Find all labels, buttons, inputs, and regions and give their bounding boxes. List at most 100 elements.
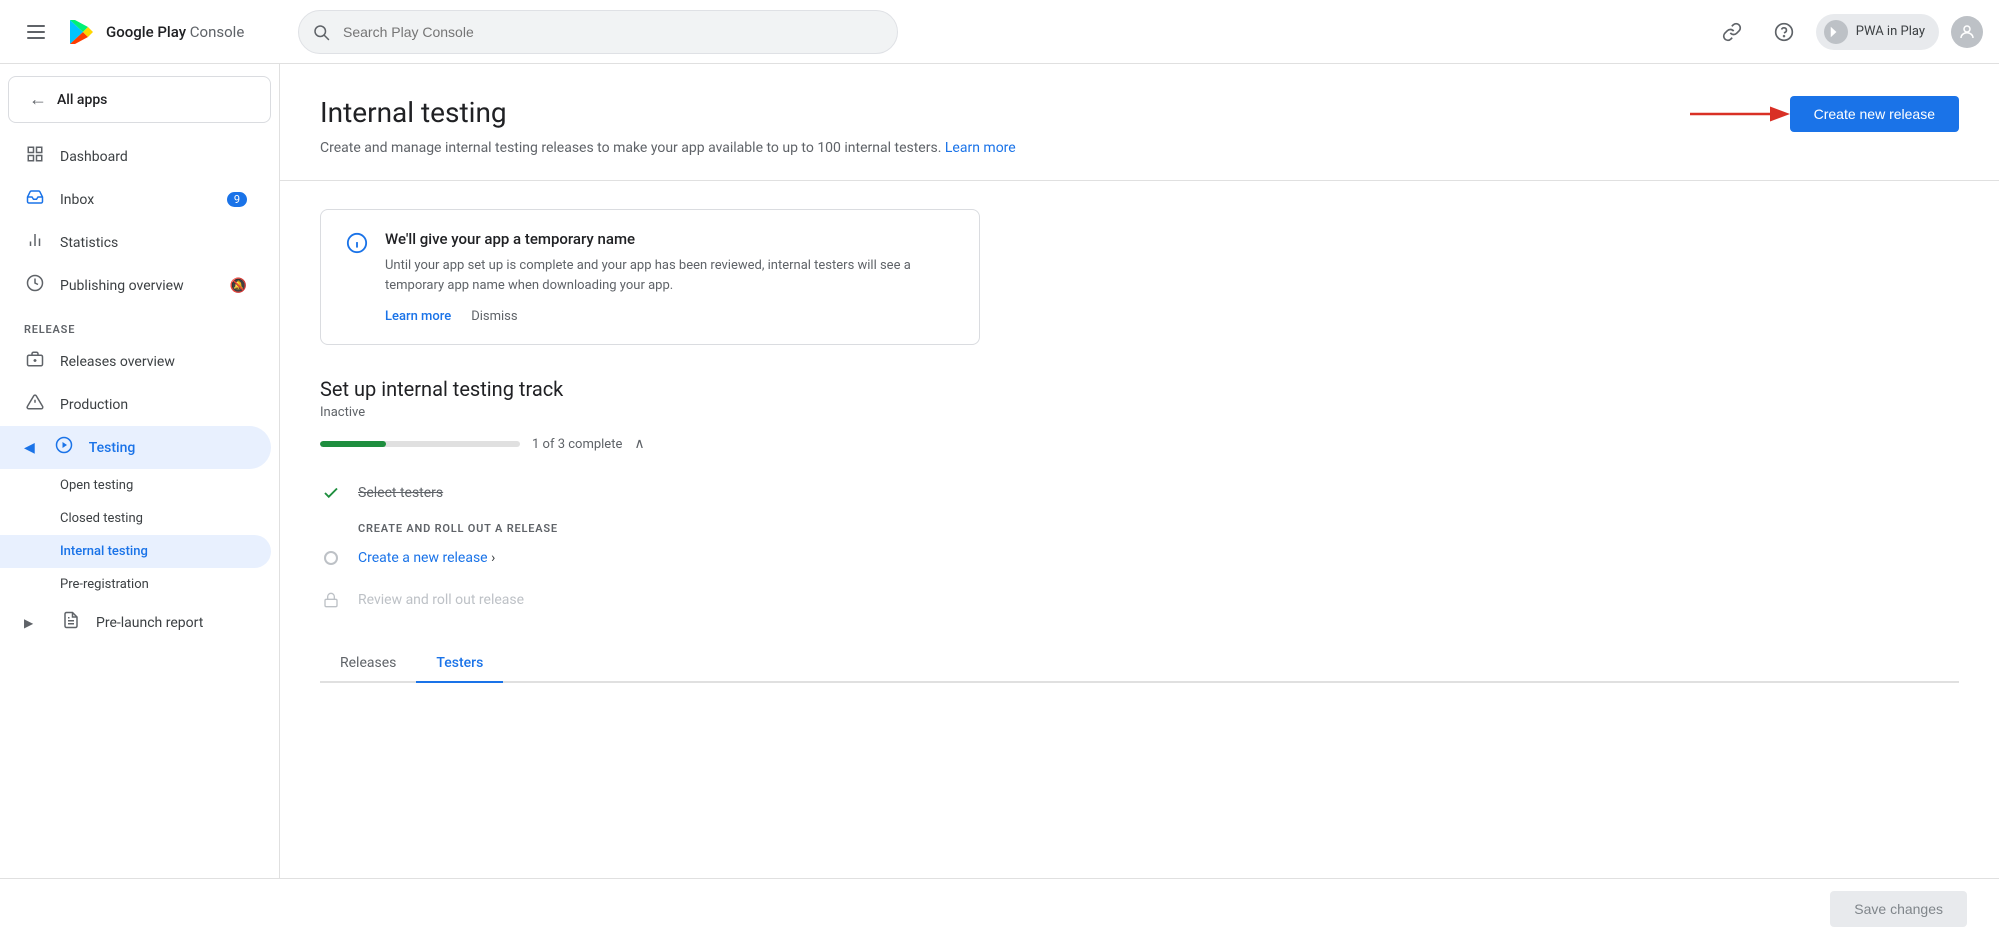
page-description: Create and manage internal testing relea…: [320, 140, 1959, 156]
info-card-content: We'll give your app a temporary name Unt…: [385, 230, 955, 324]
statistics-icon: [24, 231, 46, 254]
create-btn-wrapper: Create new release: [1790, 96, 1959, 132]
testing-label: Testing: [89, 440, 247, 456]
step-circle-icon: [320, 547, 342, 569]
sidebar-item-publishing-overview[interactable]: Publishing overview 🔕: [0, 264, 271, 307]
sidebar-item-inbox[interactable]: Inbox 9: [0, 178, 271, 221]
releases-overview-icon: [24, 350, 46, 373]
help-button[interactable]: [1764, 12, 1804, 52]
arrow-annotation: [1680, 96, 1800, 132]
create-new-release-button[interactable]: Create new release: [1790, 96, 1959, 132]
sidebar: ← All apps Dashboard Inbox 9: [0, 64, 280, 878]
progress-chevron-icon[interactable]: ∧: [634, 436, 644, 452]
releases-overview-label: Releases overview: [60, 354, 247, 370]
app-chip[interactable]: PWA in Play: [1816, 14, 1939, 50]
sidebar-item-testing[interactable]: ◀ Testing: [0, 426, 271, 469]
dashboard-icon: [24, 145, 46, 168]
step-select-testers: Select testers: [320, 472, 1959, 514]
progress-text: 1 of 3 complete: [532, 437, 622, 452]
info-card-links: Learn more Dismiss: [385, 309, 955, 324]
tab-releases[interactable]: Releases: [320, 645, 416, 683]
learn-more-link[interactable]: Learn more: [945, 140, 1016, 156]
open-testing-label: Open testing: [60, 478, 133, 493]
topbar-right: PWA in Play: [1712, 12, 1983, 52]
step-check-icon: [320, 482, 342, 504]
topbar: Google Play Console: [0, 0, 1999, 64]
expand-arrow-icon: ▶: [24, 616, 46, 630]
info-card-body: Until your app set up is complete and yo…: [385, 256, 955, 295]
save-changes-button[interactable]: Save changes: [1830, 891, 1967, 927]
content-divider: [280, 180, 1999, 181]
sidebar-subitem-open-testing[interactable]: Open testing: [0, 469, 271, 502]
sidebar-item-pre-launch[interactable]: ▶ Pre-launch report: [0, 601, 271, 644]
inbox-label: Inbox: [60, 192, 213, 208]
hamburger-menu-button[interactable]: [16, 12, 56, 52]
progress-row: 1 of 3 complete ∧: [320, 436, 1959, 452]
sidebar-item-dashboard[interactable]: Dashboard: [0, 135, 271, 178]
production-label: Production: [60, 397, 247, 413]
bottom-tabs: Releases Testers: [320, 645, 1959, 683]
search-input[interactable]: [298, 10, 898, 54]
main-layout: ← All apps Dashboard Inbox 9: [0, 64, 1999, 878]
create-rollout-label: CREATE AND ROLL OUT A RELEASE: [320, 514, 1959, 537]
testing-icon: [53, 436, 75, 459]
sidebar-subitem-pre-registration[interactable]: Pre-registration: [0, 568, 271, 601]
google-play-logo-icon: [66, 16, 98, 48]
footer-bar: Save changes: [0, 878, 1999, 939]
hamburger-icon: [19, 17, 53, 47]
progress-bar: [320, 441, 520, 447]
link-icon: [1722, 22, 1742, 42]
pre-registration-label: Pre-registration: [60, 577, 149, 592]
create-release-step-link[interactable]: Create a new release: [358, 550, 488, 566]
sidebar-subitem-internal-testing[interactable]: Internal testing: [0, 535, 271, 568]
inbox-icon: [24, 188, 46, 211]
app-chip-icon: [1824, 20, 1848, 44]
step-lock-icon: [320, 589, 342, 611]
help-icon: [1774, 22, 1794, 42]
inbox-badge: 9: [227, 192, 247, 207]
all-apps-label: All apps: [57, 92, 107, 108]
internal-testing-label: Internal testing: [60, 544, 148, 559]
avatar-icon: [1958, 23, 1976, 41]
progress-bar-fill: [320, 441, 386, 447]
setup-section-title: Set up internal testing track: [320, 377, 1959, 401]
info-circle-icon: [345, 232, 369, 324]
step-create-release: Create a new release ›: [320, 537, 1959, 579]
search-bar: [298, 10, 898, 54]
pre-launch-label: Pre-launch report: [96, 615, 247, 631]
release-section-label: Release: [0, 307, 279, 340]
app-name: PWA in Play: [1856, 24, 1925, 39]
dashboard-label: Dashboard: [60, 149, 247, 165]
setup-status: Inactive: [320, 405, 1959, 420]
step-review-release: Review and roll out release: [320, 579, 1959, 621]
sidebar-item-releases-overview[interactable]: Releases overview: [0, 340, 271, 383]
sidebar-item-statistics[interactable]: Statistics: [0, 221, 271, 264]
statistics-label: Statistics: [60, 235, 247, 251]
user-avatar[interactable]: [1951, 16, 1983, 48]
publishing-overview-label: Publishing overview: [60, 278, 216, 294]
topbar-left: Google Play Console: [16, 12, 286, 52]
back-arrow-icon: ←: [29, 89, 47, 110]
chevron-left-icon: ◀: [24, 440, 35, 456]
info-dismiss-link[interactable]: Dismiss: [471, 309, 517, 324]
steps-list: Select testers CREATE AND ROLL OUT A REL…: [320, 472, 1959, 621]
notification-off-icon: 🔕: [230, 278, 247, 294]
all-apps-link[interactable]: ← All apps: [8, 76, 271, 123]
logo-area: Google Play Console: [66, 16, 244, 48]
step-review-release-label: Review and roll out release: [358, 592, 524, 608]
tab-testers[interactable]: Testers: [416, 645, 503, 683]
info-learn-more-link[interactable]: Learn more: [385, 309, 451, 324]
logo-text: Google Play Console: [106, 23, 244, 41]
sidebar-subitem-closed-testing[interactable]: Closed testing: [0, 502, 271, 535]
pre-launch-icon: [60, 611, 82, 634]
page-title: Internal testing: [320, 96, 507, 129]
step-create-release-label: Create a new release ›: [358, 550, 495, 566]
publishing-overview-icon: [24, 274, 46, 297]
page-header: Internal testing Create new release: [320, 96, 1959, 132]
content-area: Internal testing Create new release: [280, 64, 1999, 878]
sidebar-item-production[interactable]: Production: [0, 383, 271, 426]
closed-testing-label: Closed testing: [60, 511, 143, 526]
arrow-container: Create new release: [1790, 96, 1959, 132]
link-button[interactable]: [1712, 12, 1752, 52]
info-card-title: We'll give your app a temporary name: [385, 230, 955, 248]
